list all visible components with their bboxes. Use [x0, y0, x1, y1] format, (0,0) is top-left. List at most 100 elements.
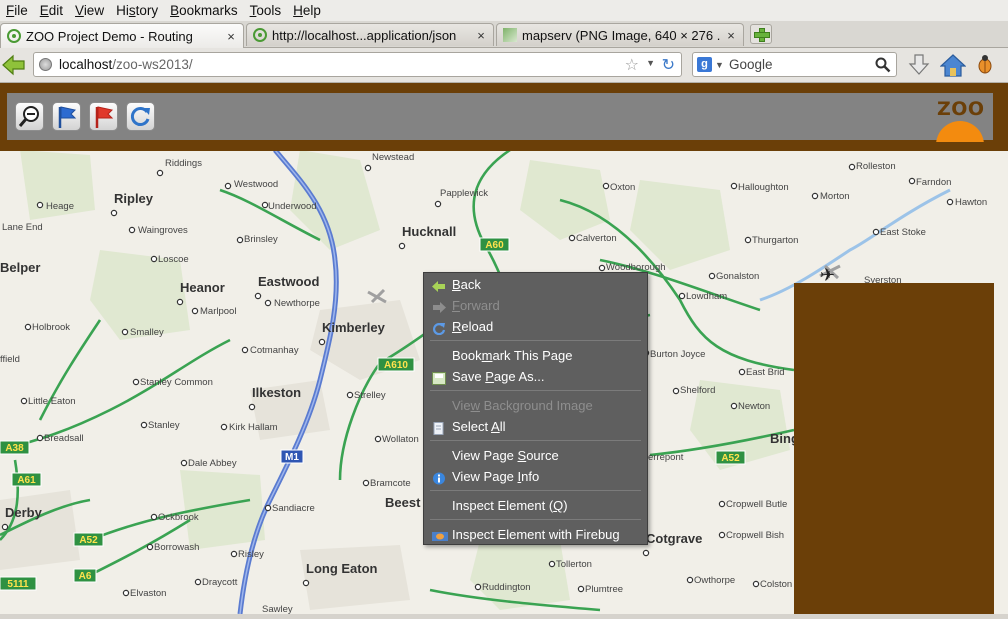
menu-item[interactable]: View: [69, 3, 110, 18]
url-history-dropdown-icon[interactable]: ▼: [646, 58, 655, 68]
search-input[interactable]: Google: [729, 57, 773, 72]
tab-close-icon[interactable]: ×: [475, 28, 487, 43]
info-icon: [432, 470, 446, 485]
tab-close-icon[interactable]: ×: [725, 28, 737, 43]
zoo-logo: ZOO: [932, 96, 988, 142]
start-point-button[interactable]: [52, 102, 81, 131]
town-marker: [318, 338, 326, 346]
tab-mapserv[interactable]: mapserv (PNG Image, 640 × 276 ... ×: [496, 23, 744, 46]
town-label: Cotgrave: [646, 531, 702, 546]
town-label: Stanley: [148, 420, 180, 431]
road-label: A52: [721, 453, 740, 464]
zoom-tool-button[interactable]: [15, 102, 44, 131]
menu-item[interactable]: Help: [287, 3, 327, 18]
firebug-icon[interactable]: [975, 53, 995, 75]
town-marker: [678, 292, 686, 300]
town-label: Bramcote: [370, 478, 411, 489]
road-label: A610: [384, 360, 408, 371]
town-marker: [20, 397, 28, 405]
context-menu-save-page-as[interactable]: Save Page As...: [424, 366, 647, 387]
town-label: errepont: [648, 452, 684, 463]
back-button[interactable]: [2, 54, 26, 76]
menu-item[interactable]: History: [110, 3, 164, 18]
reload-icon[interactable]: ↻: [662, 55, 675, 75]
context-menu-reload[interactable]: Reload: [424, 316, 647, 337]
menu-item[interactable]: Edit: [34, 3, 69, 18]
site-identity-icon[interactable]: [39, 58, 52, 71]
search-icon[interactable]: [875, 57, 891, 73]
context-menu-view-page-source[interactable]: View Page Source: [424, 445, 647, 466]
town-label: Cropwell Butle: [726, 499, 787, 510]
town-marker: [364, 164, 372, 172]
town-marker: [708, 272, 716, 280]
context-menu-view-page-info[interactable]: View Page Info: [424, 466, 647, 487]
town-marker: [241, 346, 249, 354]
town-label: Beest: [385, 495, 421, 510]
town-marker: [191, 307, 199, 315]
road-shield: 5111: [0, 576, 37, 591]
town-label: Strelley: [354, 390, 386, 401]
town-marker: [686, 576, 694, 584]
town-marker: [24, 323, 32, 331]
town-marker: [1, 523, 9, 531]
context-menu-back[interactable]: Back: [424, 274, 647, 295]
town-marker: [36, 434, 44, 442]
menu-item[interactable]: Tools: [244, 3, 288, 18]
menu-item[interactable]: Bookmarks: [164, 3, 244, 18]
town-label: Calverton: [576, 233, 617, 244]
town-label: East Brid: [746, 367, 785, 378]
town-marker: [738, 368, 746, 376]
town-label: Smalley: [130, 327, 164, 338]
tab-title: http://localhost...application/json: [272, 27, 457, 43]
tab-title: mapserv (PNG Image, 640 × 276 ...: [522, 27, 721, 43]
horizontal-scrollbar[interactable]: [0, 614, 1008, 619]
road-shield: A60: [479, 237, 510, 252]
town-label: Colston: [760, 579, 792, 590]
town-marker: [110, 209, 118, 217]
downloads-icon[interactable]: [907, 53, 931, 77]
town-label: Eastwood: [258, 274, 319, 289]
context-menu-inspect-element-q[interactable]: Inspect Element (Q): [424, 495, 647, 516]
google-engine-icon[interactable]: g: [697, 57, 712, 72]
town-label: Wollaton: [382, 434, 419, 445]
menu-item[interactable]: File: [0, 3, 34, 18]
context-menu-inspect-element-with-firebug[interactable]: Inspect Element with Firebug: [424, 524, 647, 545]
town-label: Cropwell Bish: [726, 530, 784, 541]
engine-dropdown-icon[interactable]: ▼: [715, 60, 724, 70]
end-point-button[interactable]: [89, 102, 118, 131]
refresh-route-button[interactable]: [126, 102, 155, 131]
bookmark-star-icon[interactable]: ☆: [625, 55, 639, 75]
town-marker: [248, 403, 256, 411]
url-bar[interactable]: localhost/zoo-ws2013/ ☆ ▼ ↻: [33, 52, 682, 77]
tab-json[interactable]: http://localhost...application/json ×: [246, 23, 494, 46]
town-label: Brinsley: [244, 234, 278, 245]
zoo-favicon-icon: [253, 28, 267, 42]
town-marker: [730, 402, 738, 410]
search-bar[interactable]: g ▼ Google: [692, 52, 897, 77]
home-icon[interactable]: [940, 53, 966, 77]
menu-separator: [430, 340, 641, 341]
zoo-favicon-icon: [7, 29, 21, 43]
tab-close-icon[interactable]: ×: [225, 29, 237, 44]
town-marker: [374, 435, 382, 443]
town-label: Ockbrook: [158, 512, 199, 523]
town-marker: [908, 177, 916, 185]
town-label: Kimberley: [322, 320, 386, 335]
town-marker: [346, 391, 354, 399]
town-marker: [642, 549, 650, 557]
town-label: Stanley Common: [140, 377, 213, 388]
road-shield: A6: [73, 568, 97, 583]
town-label: Borrowash: [154, 542, 199, 553]
road-shield: A610: [377, 357, 415, 372]
context-menu-bookmark-this-page[interactable]: Bookmark This Page: [424, 345, 647, 366]
tab-zoo-demo[interactable]: ZOO Project Demo - Routing ×: [0, 23, 244, 48]
town-marker: [254, 292, 262, 300]
context-menu-select-all[interactable]: Select All: [424, 416, 647, 437]
url-text[interactable]: localhost/zoo-ws2013/: [59, 57, 193, 72]
town-marker: [132, 378, 140, 386]
town-label: East Stoke: [880, 227, 926, 238]
reload-icon: [432, 320, 446, 336]
new-tab-button[interactable]: [750, 24, 772, 44]
town-marker: [598, 264, 606, 272]
menu-separator: [430, 519, 641, 520]
